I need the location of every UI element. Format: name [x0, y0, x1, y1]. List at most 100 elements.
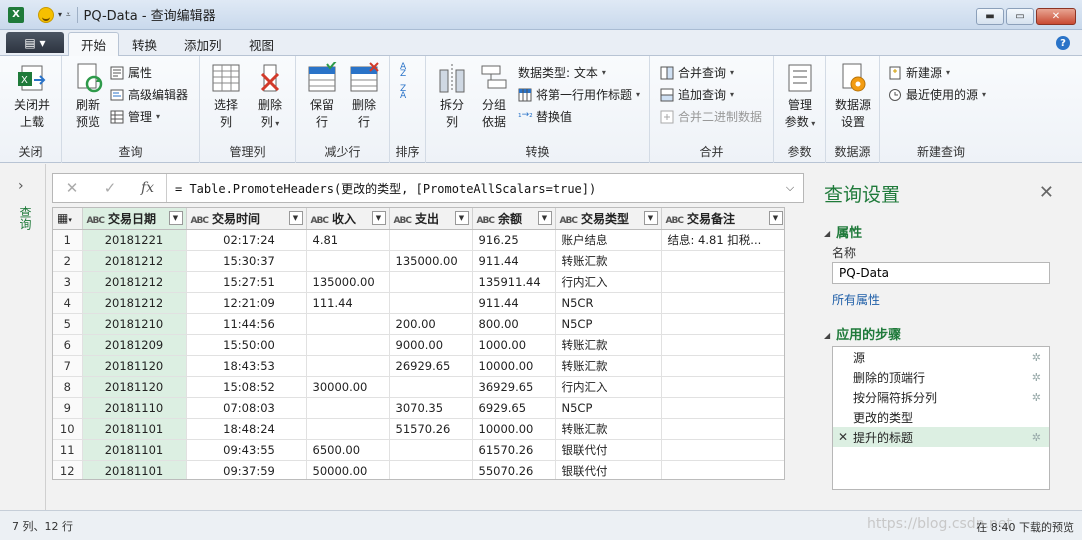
table-cell[interactable]: 911.44	[472, 250, 556, 272]
table-cell[interactable]: 20181101	[82, 418, 187, 440]
column-filter-icon[interactable]: ▼	[168, 211, 183, 225]
col-header-2[interactable]: ABC 交易时间 ▼	[186, 208, 307, 230]
table-cell[interactable]: 20181212	[82, 292, 187, 314]
col-header-3[interactable]: ABC 收入 ▼	[306, 208, 390, 230]
table-cell[interactable]: 银联代付	[555, 460, 662, 479]
combine-binaries-button[interactable]: 合并二进制数据	[660, 108, 762, 125]
table-cell[interactable]: 135911.44	[472, 271, 556, 293]
table-cell[interactable]: 61570.26	[472, 439, 556, 461]
text-type-icon[interactable]: ABC	[87, 216, 105, 226]
table-cell[interactable]: 07:08:03	[186, 397, 307, 419]
table-cell[interactable]: 10000.00	[472, 355, 556, 377]
text-type-icon[interactable]: ABC	[477, 216, 495, 226]
table-cell[interactable]: 50000.00	[306, 460, 390, 479]
text-type-icon[interactable]: ABC	[394, 216, 412, 226]
table-cell[interactable]	[306, 334, 390, 356]
column-filter-icon[interactable]: ▼	[643, 211, 658, 225]
table-cell[interactable]: 12:21:09	[186, 292, 307, 314]
table-cell[interactable]: 11:44:56	[186, 313, 307, 335]
refresh-preview-button[interactable]: 刷新 预览	[68, 62, 108, 131]
table-cell[interactable]: 09:43:55	[186, 439, 307, 461]
query-name-input[interactable]	[832, 262, 1050, 284]
table-row[interactable]: 5 20181210 11:44:56 200.00 800.00 N5CP	[53, 313, 784, 335]
table-cell[interactable]: 20181120	[82, 376, 187, 398]
text-type-icon[interactable]: ABC	[666, 216, 684, 226]
table-cell[interactable]: 20181120	[82, 355, 187, 377]
table-cell[interactable]: 36929.65	[472, 376, 556, 398]
table-cell[interactable]: 15:27:51	[186, 271, 307, 293]
table-cell[interactable]: 1000.00	[472, 334, 556, 356]
feedback-dropdown-icon[interactable]: ▾	[58, 10, 62, 19]
data-source-settings-button[interactable]: 数据源 设置	[831, 62, 875, 131]
table-cell[interactable]: 9000.00	[389, 334, 473, 356]
table-cell[interactable]: 135000.00	[306, 271, 390, 293]
table-cell[interactable]: N5CP	[555, 397, 662, 419]
col-header-4[interactable]: ABC 支出 ▼	[389, 208, 473, 230]
recent-sources-button[interactable]: 最近使用的源 ▾	[888, 86, 986, 103]
column-filter-icon[interactable]: ▼	[768, 211, 783, 225]
table-cell[interactable]: 20181221	[82, 229, 187, 251]
table-cell[interactable]: 800.00	[472, 313, 556, 335]
table-cell[interactable]: N5CP	[555, 313, 662, 335]
table-cell[interactable]: 20181210	[82, 313, 187, 335]
table-cell[interactable]	[661, 418, 784, 440]
manage-query-button[interactable]: 管理 ▾	[110, 108, 160, 125]
table-cell[interactable]	[389, 271, 473, 293]
delete-step-icon[interactable]: ✕	[838, 430, 848, 444]
replace-values-button[interactable]: ₁→₂ 替换值	[518, 108, 572, 125]
table-cell[interactable]: 20181101	[82, 460, 187, 479]
close-settings-icon[interactable]: ✕	[1039, 182, 1054, 203]
table-cell[interactable]	[661, 250, 784, 272]
use-first-row-as-headers-button[interactable]: 将第一行用作标题 ▾	[518, 86, 640, 103]
column-filter-icon[interactable]: ▼	[537, 211, 552, 225]
col-header-5[interactable]: ABC 余额 ▼	[472, 208, 556, 230]
manage-parameters-button[interactable]: 管理 参数 ▾	[779, 62, 821, 132]
tab-add-column[interactable]: 添加列	[172, 32, 234, 56]
table-cell[interactable]	[661, 334, 784, 356]
applied-step[interactable]: 更改的类型	[833, 407, 1049, 427]
table-cell[interactable]: 15:50:00	[186, 334, 307, 356]
table-cell[interactable]: 结息: 4.81 扣税...	[661, 229, 784, 251]
table-cell[interactable]: 51570.26	[389, 418, 473, 440]
table-cell[interactable]: 银联代付	[555, 439, 662, 461]
col-header-1[interactable]: ABC 交易日期 ▼	[82, 208, 187, 230]
col-header-6[interactable]: ABC 交易类型 ▼	[555, 208, 662, 230]
step-settings-gear-icon[interactable]: ✲	[1032, 351, 1041, 364]
table-cell[interactable]	[661, 376, 784, 398]
split-column-button[interactable]: 拆分 列	[432, 62, 472, 131]
properties-button[interactable]: 属性	[110, 64, 152, 81]
merge-queries-button[interactable]: 合并查询 ▾	[660, 64, 734, 81]
table-row[interactable]: 9 20181110 07:08:03 3070.35 6929.65 N5CP	[53, 397, 784, 419]
close-and-load-button[interactable]: X 关闭并 上载	[9, 62, 55, 131]
cancel-formula-icon[interactable]: ✕	[53, 179, 91, 197]
file-menu-button[interactable]: ▤ ▾	[6, 32, 64, 53]
table-row[interactable]: 3 20181212 15:27:51 135000.00 135911.44 行内汇入	[53, 271, 784, 293]
table-cell[interactable]	[389, 229, 473, 251]
table-cell[interactable]: N5CR	[555, 292, 662, 314]
column-filter-icon[interactable]: ▼	[288, 211, 303, 225]
table-cell[interactable]: 26929.65	[389, 355, 473, 377]
table-cell[interactable]	[306, 418, 390, 440]
table-cell[interactable]: 15:08:52	[186, 376, 307, 398]
table-cell[interactable]	[306, 355, 390, 377]
tab-view[interactable]: 视图	[237, 32, 286, 56]
remove-rows-button[interactable]: 删除 行	[344, 62, 384, 131]
table-cell[interactable]	[306, 250, 390, 272]
table-cell[interactable]	[661, 439, 784, 461]
expand-formula-icon[interactable]: ⌵	[777, 181, 803, 195]
table-row[interactable]: 2 20181212 15:30:37 135000.00 911.44 转账汇款	[53, 250, 784, 272]
table-cell[interactable]: 111.44	[306, 292, 390, 314]
tab-transform[interactable]: 转换	[120, 32, 169, 56]
table-menu-icon[interactable]: ▦▾	[53, 208, 83, 230]
column-filter-icon[interactable]: ▼	[371, 211, 386, 225]
table-cell[interactable]: 3070.35	[389, 397, 473, 419]
text-type-icon[interactable]: ABC	[191, 216, 209, 226]
table-cell[interactable]: 911.44	[472, 292, 556, 314]
table-row[interactable]: 6 20181209 15:50:00 9000.00 1000.00 转账汇款	[53, 334, 784, 356]
table-cell[interactable]	[389, 376, 473, 398]
table-cell[interactable]: 30000.00	[306, 376, 390, 398]
table-cell[interactable]	[661, 355, 784, 377]
applied-step[interactable]: 删除的顶端行 ✲	[833, 367, 1049, 387]
table-cell[interactable]: 20181101	[82, 439, 187, 461]
step-settings-gear-icon[interactable]: ✲	[1032, 391, 1041, 404]
